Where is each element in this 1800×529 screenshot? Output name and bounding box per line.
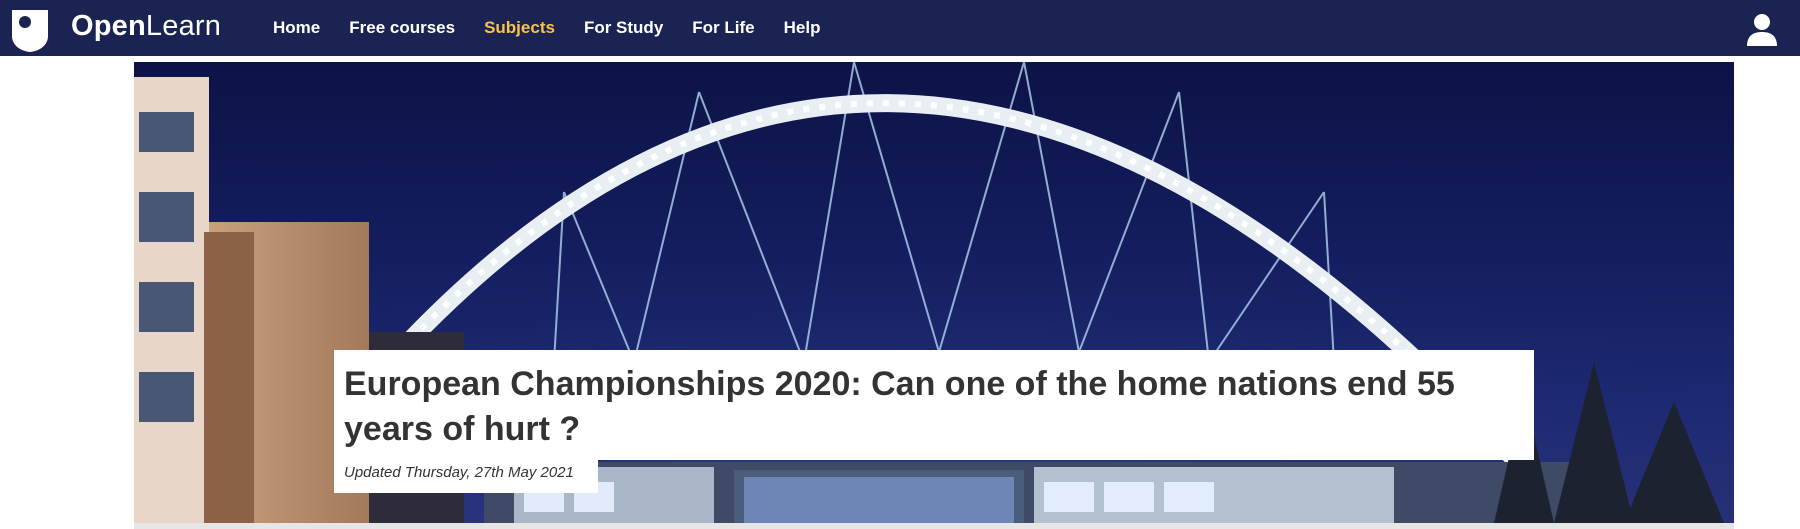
brand-part-open: Open xyxy=(71,10,146,42)
main-nav: Home Free courses Subjects For Study For… xyxy=(273,0,849,56)
brand-logo[interactable]: OpenLearn xyxy=(71,10,221,43)
nav-help[interactable]: Help xyxy=(784,18,821,38)
user-icon[interactable] xyxy=(1745,12,1779,46)
nav-for-study[interactable]: For Study xyxy=(584,18,663,38)
top-navigation-bar: OpenLearn Home Free courses Subjects For… xyxy=(0,0,1800,59)
article-title-box: European Championships 2020: Can one of … xyxy=(334,350,1534,460)
article-updated-date: Updated Thursday, 27th May 2021 xyxy=(344,464,574,481)
open-university-shield-icon[interactable] xyxy=(12,10,48,52)
nav-home[interactable]: Home xyxy=(273,18,320,38)
nav-for-life[interactable]: For Life xyxy=(692,18,754,38)
brand-part-learn: Learn xyxy=(145,10,222,42)
nav-subjects[interactable]: Subjects xyxy=(484,18,555,38)
nav-free-courses[interactable]: Free courses xyxy=(349,18,455,38)
article-date-box: Updated Thursday, 27th May 2021 xyxy=(334,460,598,493)
article-title: European Championships 2020: Can one of … xyxy=(344,365,1455,448)
hero-bottom-strip xyxy=(134,523,1734,529)
